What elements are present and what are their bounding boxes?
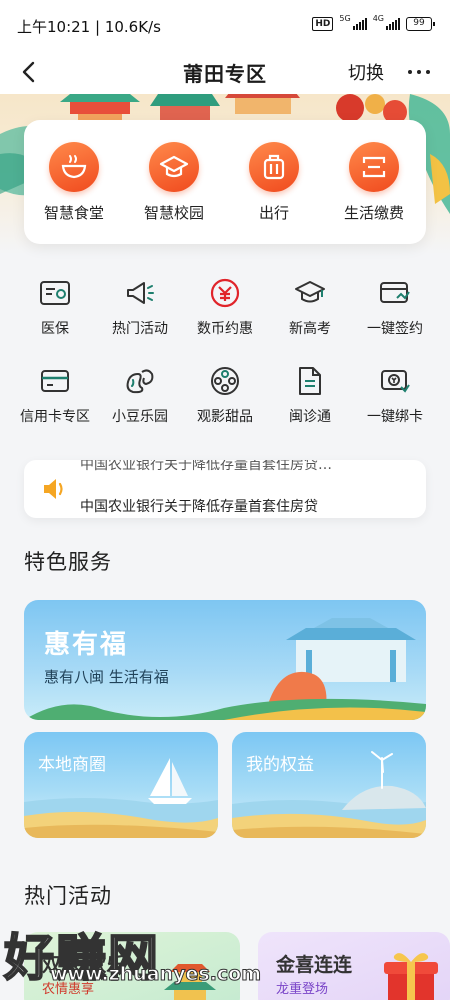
announcement-current: 中国农业银行关于降低存量首套住房贷 [80,499,318,515]
activity-right-subtitle: 龙重登场 [276,982,329,997]
local-business-title: 本地商圈 [38,755,106,775]
network-4g-label: 4G [372,14,384,23]
activity-card-right[interactable]: 金喜连连 龙重登场 [258,932,450,1000]
status-time: 上午10:21 | 10.6K/s [17,18,161,36]
primary-service-label: 生活缴费 [343,204,404,222]
scan-icon [349,142,399,192]
primary-service-canteen[interactable]: 智慧食堂 [24,142,124,223]
signal-icon [386,18,400,30]
grid-service-bind-card[interactable]: 一键绑卡 [350,364,440,426]
activity-card-left[interactable]: 双送·欢乐 农情惠享 [24,932,240,1000]
announcement-bar[interactable]: 中国农业银行关于降低存量首套住房贷… 中国农业银行关于降低存量首套住房贷 [24,460,426,518]
grid-service-label: 新高考 [289,321,331,337]
huiyoufu-title: 惠有福 [44,630,129,660]
my-benefits-card[interactable]: 我的权益 [232,732,426,838]
grid-service-label: 一键签约 [367,321,423,337]
my-benefits-title: 我的权益 [246,755,314,775]
battery-icon: 99 [406,17,435,31]
grid-service-one-click-sign[interactable]: 一键签约 [350,276,440,338]
primary-service-label: 智慧校园 [143,204,204,222]
pagoda-illustration [164,964,216,1000]
switch-region-button[interactable]: 切换 [348,59,384,85]
grid-service-label: 闽诊通 [289,409,331,425]
grid-service-label: 医保 [41,321,69,337]
signal-icon [352,18,367,30]
grid-service-gaokao[interactable]: 新高考 [265,276,355,338]
grid-service-medical[interactable]: 医保 [10,276,100,338]
back-arrow-icon[interactable] [18,60,42,84]
document-icon [293,364,327,398]
speaker-icon [44,479,63,499]
grid-service-digital-yuan[interactable]: 数币约惠 [180,276,270,338]
activity-right-title: 金喜连连 [276,954,353,976]
island-illustration [232,751,426,838]
bowl-icon [49,142,99,192]
primary-service-campus[interactable]: 智慧校园 [124,142,224,223]
status-bar: 上午10:21 | 10.6K/s HD 5G 4G 99 [0,0,450,50]
film-reel-icon [208,364,242,398]
mortarboard-icon [293,276,327,310]
hot-activities-title: 热门活动 [24,884,112,908]
huiyoufu-card[interactable]: 惠有福 惠有八闽 生活有福 [24,600,426,720]
announcement-previous: 中国农业银行关于降低存量首套住房贷… [80,460,332,473]
sailboat-illustration [24,758,218,838]
activity-left-subtitle: 农情惠享 [42,982,95,997]
grid-service-movie-dessert[interactable]: 观影甜品 [180,364,270,426]
local-business-card[interactable]: 本地商圈 [24,732,218,838]
grid-service-label: 观影甜品 [197,409,253,425]
suitcase-icon [249,142,299,192]
primary-services-card: 智慧食堂 智慧校园 出行 生活缴费 [24,120,426,244]
primary-service-label: 智慧食堂 [43,204,104,222]
primary-service-bills[interactable]: 生活缴费 [324,142,424,223]
digital-yuan-icon [208,276,242,310]
grid-service-credit-card[interactable]: 信用卡专区 [10,364,100,426]
huiyoufu-subtitle: 惠有八闽 生活有福 [44,668,169,686]
activity-left-title: 双送·欢乐 [42,954,126,976]
grid-service-bean-park[interactable]: 小豆乐园 [95,364,185,426]
grid-service-label: 信用卡专区 [20,409,90,425]
bean-icon [123,364,157,398]
hd-badge: HD [312,17,334,31]
nav-bar: 莆田专区 切换 [0,50,450,94]
medical-card-icon [38,276,72,310]
grid-service-hot-events[interactable]: 热门活动 [95,276,185,338]
graduation-cap-icon [149,142,199,192]
grid-service-label: 数币约惠 [197,321,253,337]
featured-section-title: 特色服务 [24,550,112,574]
card-sign-icon [378,276,412,310]
gift-box-illustration [384,953,438,1000]
megaphone-icon [123,276,157,310]
primary-service-label: 出行 [258,204,289,222]
grid-service-label: 热门活动 [112,321,168,337]
grid-service-label: 小豆乐园 [112,409,168,425]
primary-service-travel[interactable]: 出行 [224,142,324,223]
status-indicators: HD 5G 4G 99 [312,14,435,31]
credit-card-icon [38,364,72,398]
bind-card-icon [378,364,412,398]
grid-service-min-clinic[interactable]: 闽诊通 [265,364,355,426]
network-5g-label: 5G [339,14,351,23]
grid-service-label: 一键绑卡 [367,409,423,425]
more-options-icon[interactable] [408,70,430,74]
